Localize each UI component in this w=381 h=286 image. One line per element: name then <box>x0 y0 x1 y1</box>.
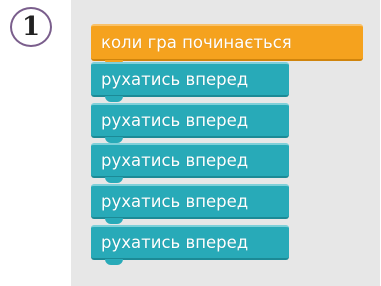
step-number: 1 <box>21 12 41 42</box>
event-block-label: коли гра починається <box>101 33 292 53</box>
action-block-label: рухатись вперед <box>101 233 249 253</box>
action-block-label: рухатись вперед <box>101 111 249 131</box>
when-game-starts-block[interactable]: коли гра починається <box>91 24 363 66</box>
action-block-label: рухатись вперед <box>101 70 249 90</box>
move-forward-block[interactable]: рухатись вперед <box>91 103 289 143</box>
action-block-label: рухатись вперед <box>101 192 249 212</box>
move-forward-block[interactable]: рухатись вперед <box>91 143 289 183</box>
move-forward-block[interactable]: рухатись вперед <box>91 184 289 224</box>
move-forward-block[interactable]: рухатись вперед <box>91 62 289 102</box>
step-number-badge: 1 <box>10 7 52 47</box>
move-forward-block[interactable]: рухатись вперед <box>91 225 289 265</box>
action-block-label: рухатись вперед <box>101 151 249 171</box>
